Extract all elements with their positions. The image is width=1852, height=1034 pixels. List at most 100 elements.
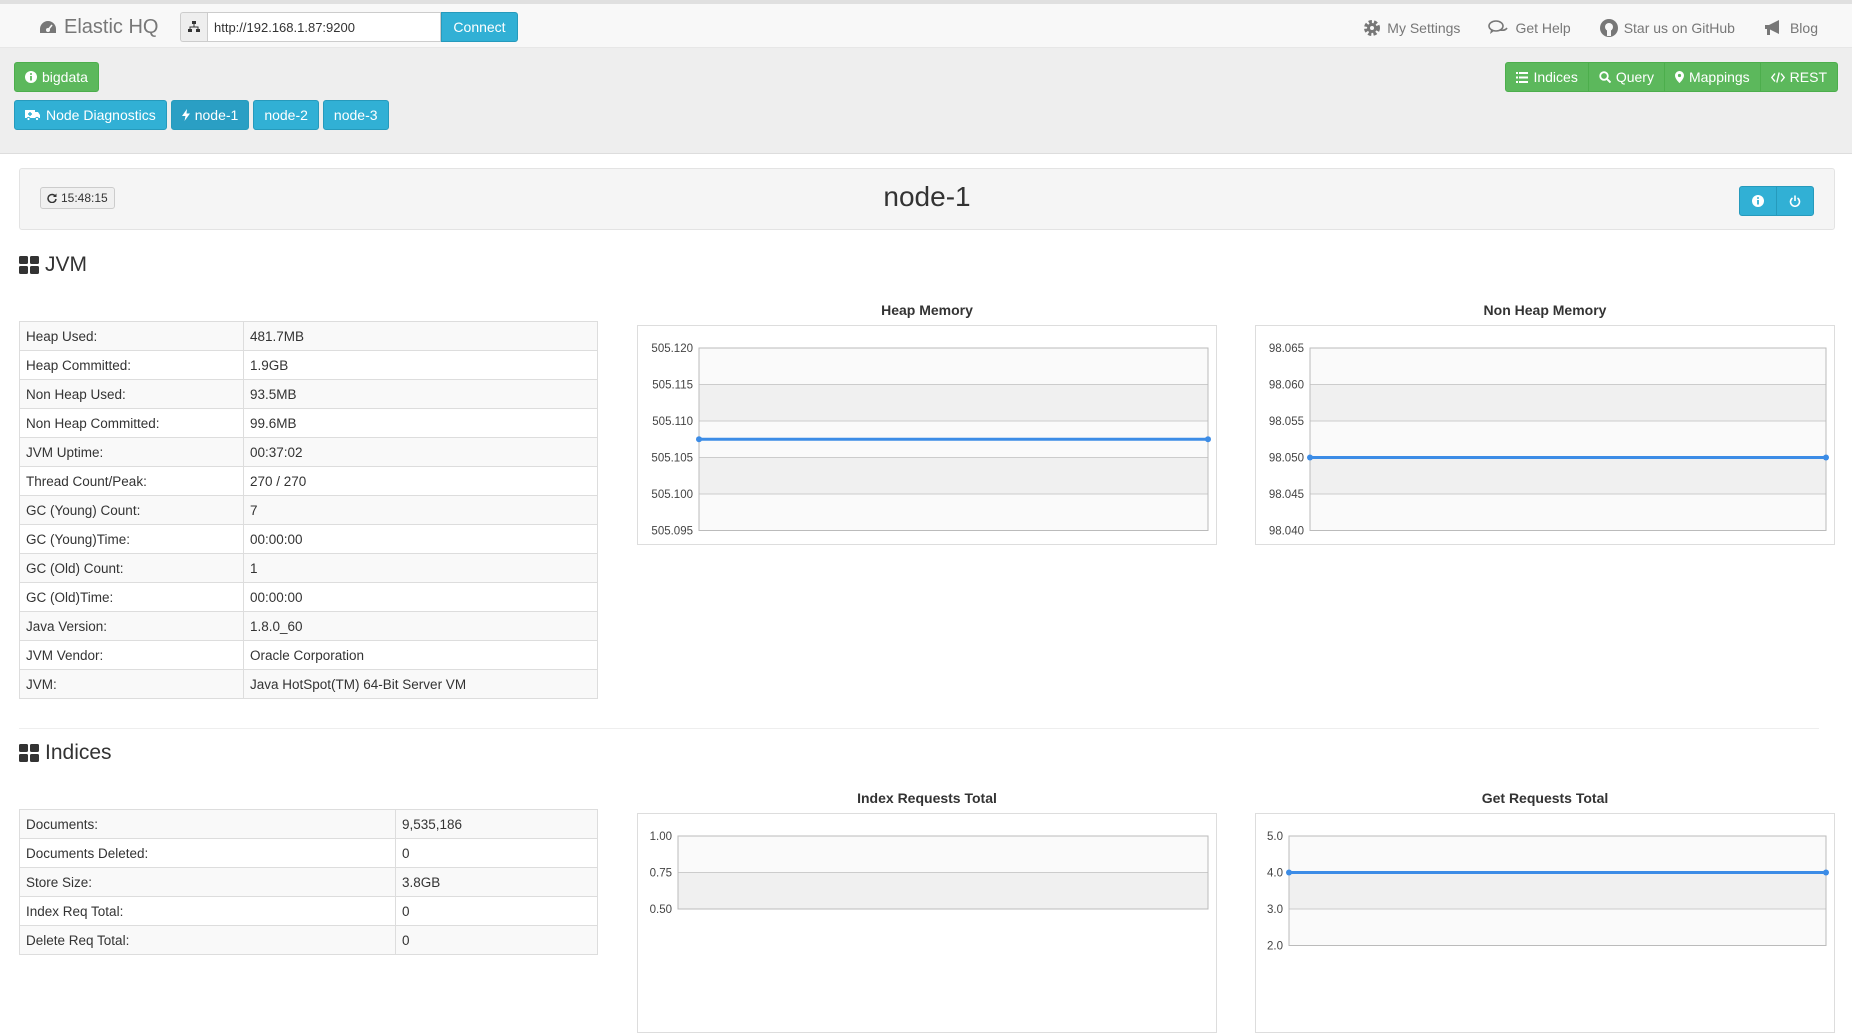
map-marker-icon [1674,71,1684,83]
indices-label: Indices [1533,69,1578,85]
stat-value: 93.5MB [243,379,598,409]
data-point [1307,454,1313,461]
node-diagnostics-button[interactable]: Node Diagnostics [14,100,167,130]
stat-label: Documents Deleted: [19,838,396,868]
node-1-label: node-1 [194,107,239,123]
github-label: Star us on GitHub [1623,20,1735,36]
data-point [696,436,702,443]
get-requests-chart: 5.0 4.0 3.0 2.0 [1255,813,1835,1033]
node-1-button[interactable]: node-1 [170,100,250,130]
stat-label: Documents: [19,809,396,839]
jvm-stat-row: Java Version: 1.8.0_60 [19,611,598,641]
blog-label: Blog [1789,20,1818,36]
jvm-stat-row: Heap Used: 481.7MB [19,321,598,351]
jvm-heading: JVM [19,253,87,277]
plot-band [1289,909,1826,946]
plot-band [699,348,1208,385]
navbar-links: My Settings Get Help Star us on GitHub B… [1362,18,1818,38]
y-tick-label: 5.0 [1267,831,1283,843]
cluster-label: bigdata [42,69,88,85]
indices-button[interactable]: Indices [1505,62,1589,92]
plot-band [699,384,1208,421]
jvm-stat-row: JVM: Java HotSpot(TM) 64-Bit Server VM [19,669,598,699]
indices-stat-row: Index Req Total: 0 [19,896,598,926]
comments-icon [1488,20,1509,34]
index-requests-title: Index Requests Total [857,790,997,806]
stat-label: JVM: [19,669,244,699]
plot-band [1310,494,1826,531]
y-tick-label: 2.0 [1267,941,1283,953]
cluster-url-input[interactable] [207,12,441,42]
data-point [1286,869,1292,876]
non-heap-memory-title: Non Heap Memory [1483,302,1607,318]
heap-memory-title: Heap Memory [881,302,973,318]
y-tick-label: 1.00 [650,831,672,843]
indices-stat-row: Documents Deleted: 0 [19,838,598,868]
query-button[interactable]: Query [1587,62,1665,92]
stat-value: 0 [395,838,598,868]
mappings-button[interactable]: Mappings [1663,62,1761,92]
my-settings-label: My Settings [1387,20,1461,36]
jvm-stat-row: Thread Count/Peak: 270 / 270 [19,466,598,496]
plot-band [699,457,1208,494]
my-settings-link[interactable]: My Settings [1362,18,1460,38]
node-info-button[interactable] [1739,186,1777,216]
plot-band [678,872,1208,909]
stat-label: Non Heap Committed: [19,408,244,438]
y-tick-label: 3.0 [1267,904,1283,916]
y-tick-label: 505.095 [651,526,693,538]
info-circle-icon [25,71,37,83]
stat-value: 00:37:02 [243,437,598,467]
stat-label: Java Version: [19,611,244,641]
th-large-icon [19,256,39,274]
get-help-label: Get Help [1515,20,1571,36]
stat-value: 1.8.0_60 [243,611,598,641]
get-requests-title: Get Requests Total [1481,790,1609,806]
node-button-row: Node Diagnostics node-1 node-2 node-3 [14,100,389,130]
stat-label: Heap Used: [19,321,244,351]
y-tick-label: 505.120 [651,343,693,355]
bolt-icon [181,109,190,121]
jvm-stats-table: Heap Used: 481.7MB Heap Committed: 1.9GB Non… [19,321,598,699]
stat-value: 1.9GB [243,350,598,380]
stat-value: 3.8GB [395,867,598,897]
stat-label: Thread Count/Peak: [19,466,244,496]
main-actions: Indices Query Mappings REST [1505,62,1838,92]
data-point [1823,869,1829,876]
cluster-button[interactable]: bigdata [14,62,99,92]
rest-button[interactable]: REST [1759,62,1838,92]
chart-svg: 505.120 505.115 505.110 505.105 505.100 505.0… [651,343,1211,538]
stat-label: Store Size: [19,867,396,897]
github-link[interactable]: Star us on GitHub [1599,18,1735,38]
y-tick-label: 4.0 [1267,868,1283,880]
plot-band [678,836,1208,873]
node-actions [1739,186,1814,216]
jvm-stat-row: GC (Old)Time: 00:00:00 [19,582,598,612]
jvm-stat-row: GC (Old) Count: 1 [19,553,598,583]
get-help-link[interactable]: Get Help [1488,18,1571,38]
stat-value: 00:00:00 [243,582,598,612]
blog-link[interactable]: Blog [1763,18,1818,38]
node-title: node-1 [883,181,971,212]
plot-band [1310,421,1826,458]
y-tick-label: 98.045 [1269,489,1304,501]
node-2-button[interactable]: node-2 [253,100,319,130]
connect-button[interactable]: Connect [441,12,518,42]
stat-value: Java HotSpot(TM) 64-Bit Server VM [243,669,598,699]
stat-label: JVM Uptime: [19,437,244,467]
data-point [1823,454,1829,461]
jvm-stat-row: Heap Committed: 1.9GB [19,350,598,380]
plot-band [1310,457,1826,494]
stat-value: 1 [243,553,598,583]
node-header-panel: 15:48:15 node-1 [19,168,1835,230]
jvm-stat-row: Non Heap Committed: 99.6MB [19,408,598,438]
chart-svg: 98.065 98.060 98.055 98.050 98.045 98.040 [1269,343,1829,538]
node-shutdown-button[interactable] [1776,186,1814,216]
node-3-button[interactable]: node-3 [322,100,389,130]
brand[interactable]: Elastic HQ [38,16,158,39]
query-label: Query [1615,69,1654,85]
jvm-stat-row: GC (Young) Count: 7 [19,495,598,525]
indices-heading-label: Indices [45,741,112,764]
non-heap-memory-chart: 98.065 98.060 98.055 98.050 98.045 98.040 [1255,325,1835,545]
stat-label: Heap Committed: [19,350,244,380]
